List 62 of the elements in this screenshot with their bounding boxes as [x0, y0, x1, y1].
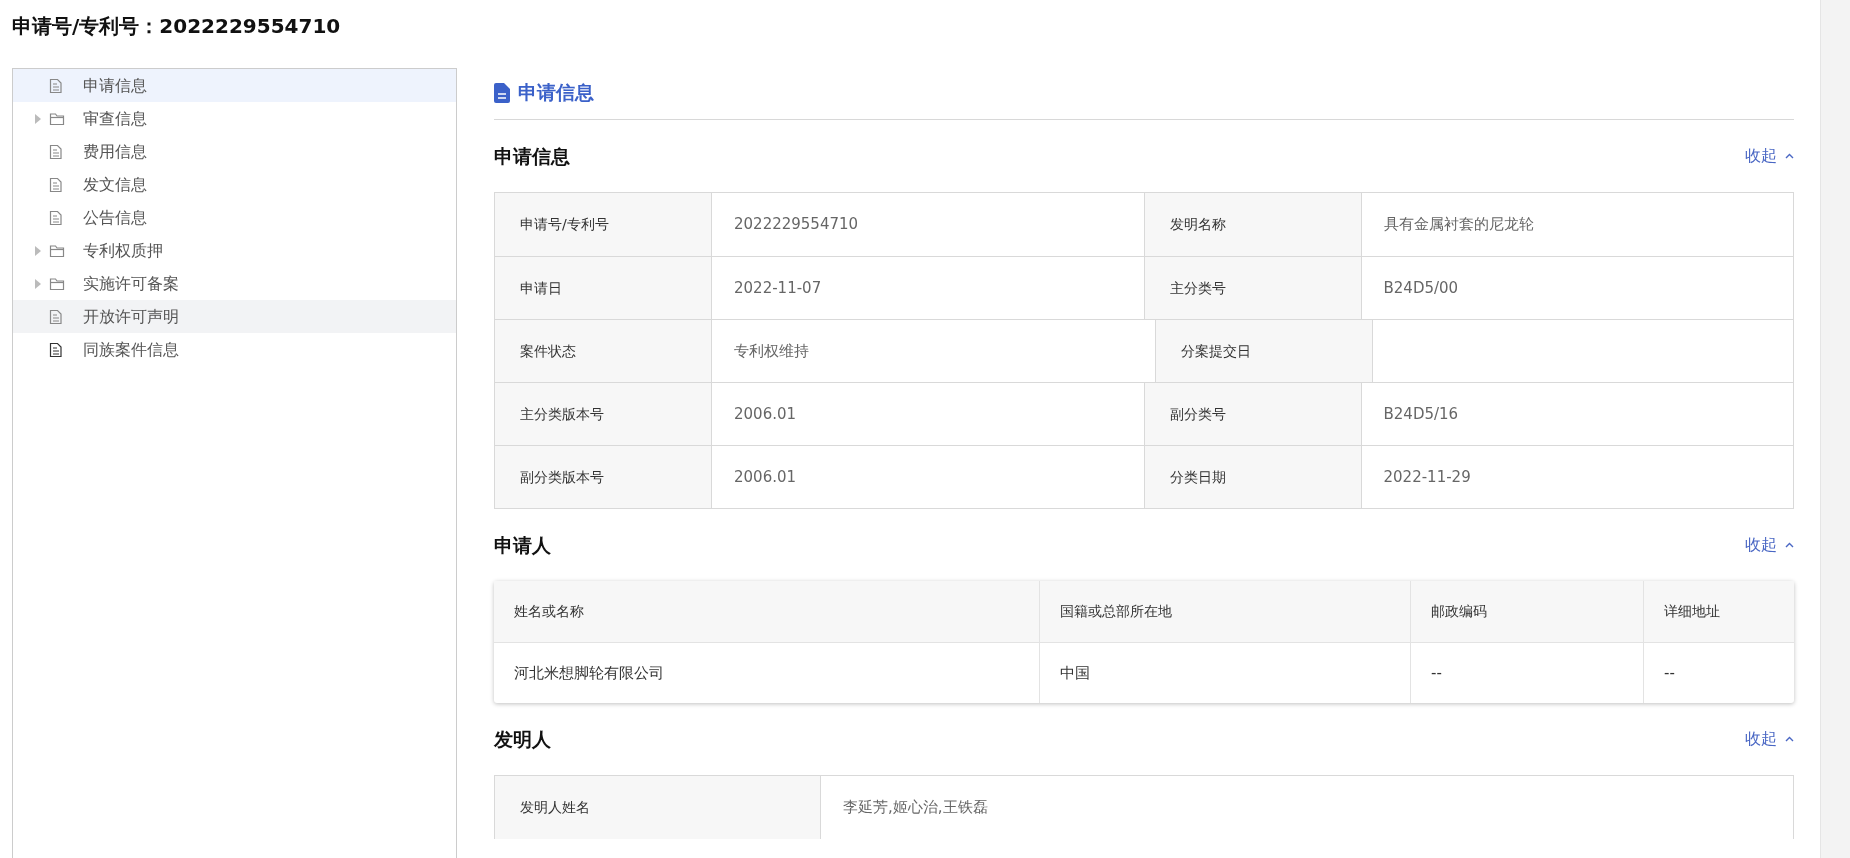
- expand-arrow-icon[interactable]: [33, 113, 41, 124]
- folder-icon: [49, 111, 65, 126]
- field-value: 李延芳,姬心治,王铁磊: [842, 797, 989, 819]
- field-label: 主分类号: [1144, 257, 1362, 319]
- field-label: 发明人姓名: [495, 776, 821, 839]
- table-cell: --: [1411, 643, 1644, 703]
- field-label: 申请号/专利号: [495, 193, 712, 256]
- field-value: 具有金属衬套的尼龙轮: [1382, 214, 1535, 236]
- collapse-toggle[interactable]: 收起: [1745, 727, 1794, 751]
- sidebar-item[interactable]: 实施许可备案: [13, 267, 456, 300]
- document-icon: [49, 209, 63, 226]
- column-header: 详细地址: [1663, 602, 1721, 621]
- field-label: 案件状态: [495, 320, 712, 382]
- sidebar-item[interactable]: 发文信息: [13, 168, 456, 201]
- field-value: 2022-11-29: [1382, 466, 1472, 488]
- field-label: 副分类版本号: [495, 446, 712, 508]
- document-icon: [49, 308, 63, 325]
- section-title: 发明人: [494, 726, 551, 752]
- column-header: 姓名或名称: [494, 581, 1040, 642]
- table-cell: 中国: [1040, 643, 1411, 703]
- sidebar-item[interactable]: 申请信息: [13, 69, 456, 102]
- field-label: 申请日: [495, 257, 712, 319]
- sidebar-item[interactable]: 审查信息: [13, 102, 456, 135]
- column-header: 邮政编码: [1411, 581, 1644, 642]
- field-label: 主分类版本号: [495, 383, 712, 445]
- field-value: B24D5/16: [1382, 403, 1460, 425]
- field-label: 副分类号: [1144, 383, 1362, 445]
- field-label: 分案提交日: [1155, 320, 1373, 382]
- page-heading: 申请信息: [518, 80, 594, 106]
- section-title: 申请信息: [494, 143, 570, 169]
- table-cell-text: --: [1663, 662, 1676, 684]
- page-title: 申请号/专利号：2022229554710: [12, 13, 341, 40]
- collapse-toggle[interactable]: 收起: [1745, 533, 1794, 557]
- document-icon: [49, 77, 63, 94]
- expand-arrow-icon[interactable]: [33, 278, 41, 289]
- field-label: 分类日期: [1144, 446, 1362, 508]
- sidebar-item[interactable]: 同族案件信息: [13, 333, 456, 366]
- table-cell: 河北米想脚轮有限公司: [494, 643, 1040, 703]
- sidebar-item[interactable]: 公告信息: [13, 201, 456, 234]
- section-title: 申请人: [494, 532, 551, 558]
- expand-arrow-icon[interactable]: [33, 245, 41, 256]
- field-value: 2022-11-07: [712, 257, 1145, 319]
- chevron-up-icon: [1785, 153, 1794, 159]
- chevron-up-icon: [1785, 736, 1794, 742]
- field-value: 2006.01: [712, 446, 1145, 508]
- field-value: 2022229554710: [712, 193, 1145, 256]
- column-header: 国籍或总部所在地: [1040, 581, 1411, 642]
- field-label: 发明名称: [1144, 193, 1362, 256]
- document-icon: [494, 82, 510, 103]
- sidebar-item[interactable]: 专利权质押: [13, 234, 456, 267]
- sidebar-item[interactable]: 开放许可声明: [13, 300, 456, 333]
- document-icon: [49, 143, 63, 160]
- field-value: 专利权维持: [712, 320, 1156, 382]
- collapse-toggle[interactable]: 收起: [1745, 144, 1794, 168]
- field-value: B24D5/00: [1382, 277, 1460, 299]
- folder-icon: [49, 276, 65, 291]
- field-value: 2006.01: [712, 383, 1145, 445]
- document-icon: [49, 176, 63, 193]
- chevron-up-icon: [1785, 542, 1794, 548]
- sidebar-item[interactable]: 费用信息: [13, 135, 456, 168]
- folder-icon: [49, 243, 65, 258]
- document-icon: [49, 341, 63, 358]
